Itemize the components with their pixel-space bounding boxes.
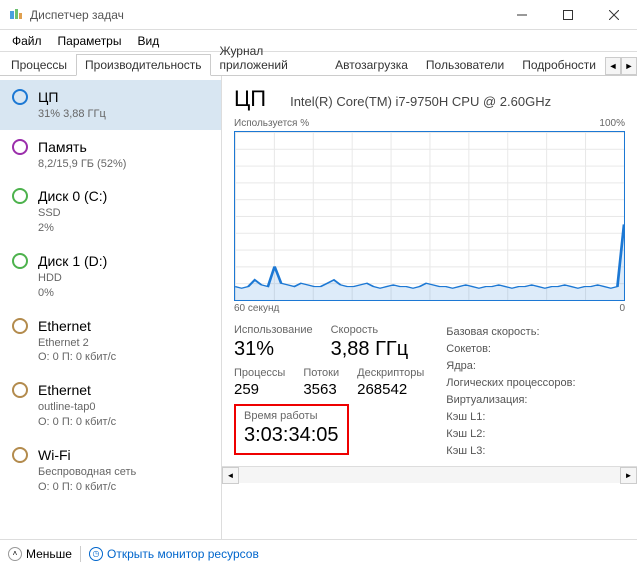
handles-value: 268542 — [357, 381, 424, 398]
app-icon — [8, 7, 24, 23]
base-speed-label: Базовая скорость: — [446, 324, 586, 341]
tab-users[interactable]: Пользователи — [417, 54, 513, 75]
sidebar-item-ethernet0[interactable]: Ethernet Ethernet 2 О: 0 П: 0 кбит/с — [0, 309, 221, 374]
wifi-icon — [12, 447, 28, 463]
sidebar-eth1-sub2: О: 0 П: 0 кбит/с — [38, 415, 116, 430]
tab-startup[interactable]: Автозагрузка — [326, 54, 417, 75]
virt-label: Виртуализация: — [446, 392, 586, 409]
sidebar-eth0-sub1: Ethernet 2 — [38, 336, 116, 351]
tab-scroll-right[interactable]: ► — [621, 57, 637, 75]
speed-value: 3,88 ГГц — [331, 338, 409, 361]
uptime-label: Время работы — [244, 410, 339, 422]
sidebar-disk0-name: Диск 0 (C:) — [38, 187, 107, 206]
threads-value: 3563 — [303, 381, 339, 398]
cpu-icon — [12, 89, 28, 105]
memory-icon — [12, 139, 28, 155]
speed-label: Скорость — [331, 324, 409, 336]
tab-scroll-left[interactable]: ◄ — [605, 57, 621, 75]
sidebar-disk0-sub2: 2% — [38, 221, 107, 236]
procs-label: Процессы — [234, 367, 285, 379]
maximize-button[interactable] — [545, 0, 591, 30]
ethernet-icon — [12, 318, 28, 334]
disk-icon — [12, 188, 28, 204]
minimize-button[interactable] — [499, 0, 545, 30]
chart-label-topright: 100% — [599, 118, 625, 129]
sidebar-item-cpu[interactable]: ЦП 31% 3,88 ГГц — [0, 80, 221, 130]
resmon-label: Открыть монитор ресурсов — [107, 547, 259, 561]
sidebar-wifi-sub2: О: 0 П: 0 кбит/с — [38, 480, 136, 495]
sidebar-item-disk0[interactable]: Диск 0 (C:) SSD 2% — [0, 179, 221, 244]
window-title: Диспетчер задач — [30, 8, 499, 22]
close-button[interactable] — [591, 0, 637, 30]
handles-label: Дескрипторы — [357, 367, 424, 379]
ethernet-icon — [12, 382, 28, 398]
tab-app-history[interactable]: Журнал приложений — [211, 40, 327, 75]
open-resmon-link[interactable]: ◷ Открыть монитор ресурсов — [89, 547, 259, 561]
sidebar-wifi-sub1: Беспроводная сеть — [38, 465, 136, 480]
cpu-usage-chart — [234, 131, 625, 301]
threads-label: Потоки — [303, 367, 339, 379]
main-panel: ЦП Intel(R) Core(TM) i7-9750H CPU @ 2.60… — [222, 76, 637, 539]
sidebar-mem-name: Память — [38, 138, 126, 157]
menu-view[interactable]: Вид — [129, 32, 167, 50]
sidebar-item-ethernet1[interactable]: Ethernet outline-tap0 О: 0 П: 0 кбит/с — [0, 373, 221, 438]
sidebar-cpu-name: ЦП — [38, 88, 106, 107]
sidebar-eth0-name: Ethernet — [38, 317, 116, 336]
scroll-right-icon[interactable]: ► — [620, 467, 637, 484]
usage-value: 31% — [234, 338, 313, 361]
sidebar-cpu-sub: 31% 3,88 ГГц — [38, 107, 106, 122]
cores-label: Ядра: — [446, 358, 586, 375]
procs-value: 259 — [234, 381, 285, 398]
title-bar: Диспетчер задач — [0, 0, 637, 30]
sidebar-item-disk1[interactable]: Диск 1 (D:) HDD 0% — [0, 244, 221, 309]
uptime-highlight: Время работы 3:03:34:05 — [234, 404, 349, 455]
fewer-details-button[interactable]: ˄ Меньше — [8, 547, 72, 561]
page-title: ЦП — [234, 86, 266, 112]
less-label: Меньше — [26, 547, 72, 561]
horizontal-scrollbar[interactable]: ◄ ► — [222, 466, 637, 483]
disk-icon — [12, 253, 28, 269]
l2-label: Кэш L2: — [446, 426, 586, 443]
sidebar-disk1-sub2: 0% — [38, 286, 107, 301]
tab-bar: Процессы Производительность Журнал прило… — [0, 52, 637, 76]
tab-performance[interactable]: Производительность — [76, 54, 210, 76]
sidebar-mem-sub: 8,2/15,9 ГБ (52%) — [38, 157, 126, 172]
l1-label: Кэш L1: — [446, 409, 586, 426]
cpu-model: Intel(R) Core(TM) i7-9750H CPU @ 2.60GHz — [290, 94, 551, 109]
logical-label: Логических процессоров: — [446, 375, 586, 392]
sockets-label: Сокетов: — [446, 341, 586, 358]
sidebar-eth0-sub2: О: 0 П: 0 кбит/с — [38, 350, 116, 365]
tab-processes[interactable]: Процессы — [2, 54, 76, 75]
resmon-icon: ◷ — [89, 547, 103, 561]
usage-label: Использование — [234, 324, 313, 336]
chart-label-topleft: Используется % — [234, 118, 309, 129]
uptime-value: 3:03:34:05 — [244, 424, 339, 447]
sidebar: ЦП 31% 3,88 ГГц Память 8,2/15,9 ГБ (52%)… — [0, 76, 222, 539]
menu-options[interactable]: Параметры — [50, 32, 130, 50]
chart-label-botright: 0 — [619, 303, 625, 314]
sidebar-disk1-name: Диск 1 (D:) — [38, 252, 107, 271]
sidebar-disk0-sub1: SSD — [38, 206, 107, 221]
sidebar-eth1-name: Ethernet — [38, 381, 116, 400]
chevron-up-icon: ˄ — [8, 547, 22, 561]
scroll-left-icon[interactable]: ◄ — [222, 467, 239, 484]
sidebar-eth1-sub1: outline-tap0 — [38, 400, 116, 415]
cpu-details: Базовая скорость: Сокетов: Ядра: Логичес… — [446, 324, 586, 460]
footer: ˄ Меньше ◷ Открыть монитор ресурсов — [0, 539, 637, 567]
tab-details[interactable]: Подробности — [513, 54, 605, 75]
l3-label: Кэш L3: — [446, 443, 586, 460]
sidebar-disk1-sub1: HDD — [38, 271, 107, 286]
menu-file[interactable]: Файл — [4, 32, 50, 50]
sidebar-item-memory[interactable]: Память 8,2/15,9 ГБ (52%) — [0, 130, 221, 180]
sidebar-item-wifi[interactable]: Wi-Fi Беспроводная сеть О: 0 П: 0 кбит/с — [0, 438, 221, 503]
sidebar-wifi-name: Wi-Fi — [38, 446, 136, 465]
chart-label-botleft: 60 секунд — [234, 303, 279, 314]
